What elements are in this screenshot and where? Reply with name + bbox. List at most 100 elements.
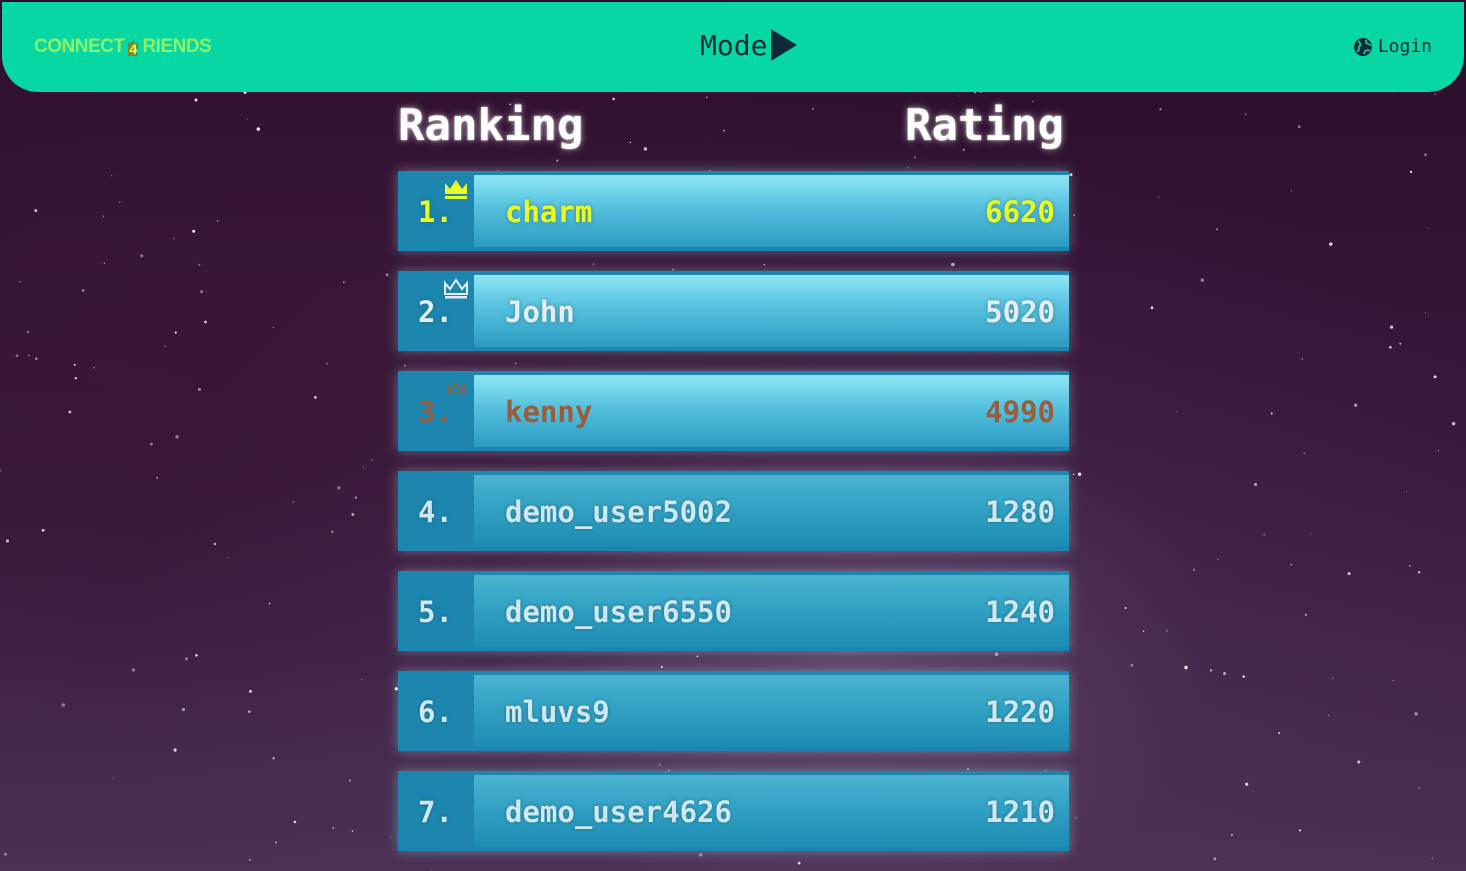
star: [1328, 714, 1330, 716]
star: [723, 129, 726, 132]
star: [1409, 170, 1413, 174]
star: [1216, 228, 1219, 231]
player-cell: John 5020: [474, 275, 1069, 347]
star: [351, 513, 355, 516]
svg-text:4: 4: [130, 41, 138, 57]
puzzle-piece-icon: 4: [125, 37, 141, 57]
star: [1310, 533, 1312, 535]
player-rating: 1280: [985, 495, 1055, 529]
star: [1245, 113, 1247, 115]
player-rating: 6620: [985, 195, 1055, 229]
leaderboard-row[interactable]: 2. John 5020: [398, 271, 1069, 351]
star: [1213, 857, 1217, 861]
player-name: kenny: [505, 395, 593, 429]
player-cell: kenny 4990: [474, 375, 1069, 447]
star: [110, 174, 113, 177]
star: [1192, 568, 1196, 571]
star: [314, 396, 317, 399]
star: [173, 748, 177, 752]
star: [354, 496, 358, 499]
star: [28, 354, 30, 357]
star: [1270, 412, 1273, 415]
rank-number: 7.: [418, 795, 453, 829]
rank-number: 6.: [418, 695, 453, 729]
star: [1451, 421, 1456, 426]
star: [1303, 452, 1306, 455]
star: [119, 201, 121, 203]
star: [131, 668, 135, 672]
star: [1437, 450, 1439, 452]
rank-number: 5.: [418, 595, 453, 629]
player-name: demo_user5002: [505, 495, 732, 529]
brand-logo[interactable]: CONNECT 4 RIENDS: [34, 36, 212, 58]
star: [41, 528, 45, 532]
leaderboard-row[interactable]: 4. demo_user5002 1280: [398, 471, 1069, 551]
star: [1414, 712, 1418, 716]
star: [1209, 669, 1213, 672]
star: [272, 326, 274, 329]
star: [149, 442, 153, 446]
star: [361, 678, 363, 680]
player-rating: 5020: [985, 295, 1055, 329]
star: [1299, 829, 1302, 832]
leaderboard-row[interactable]: 3. kenny 4990: [398, 371, 1069, 451]
star: [184, 657, 189, 661]
star: [292, 501, 295, 504]
star: [275, 841, 277, 844]
star: [1200, 278, 1205, 282]
star: [1392, 679, 1394, 682]
star: [1245, 782, 1249, 786]
star: [1424, 153, 1428, 157]
star: [140, 254, 144, 258]
star: [612, 97, 615, 101]
mode-button[interactable]: Mode: [700, 28, 799, 62]
star: [216, 219, 219, 222]
star: [204, 320, 207, 324]
globe-icon: [1353, 37, 1372, 56]
star: [1166, 630, 1168, 632]
player-rating: 1210: [985, 795, 1055, 829]
star: [629, 141, 631, 144]
star: [1159, 108, 1162, 111]
star: [390, 836, 392, 838]
star: [34, 209, 38, 213]
star: [93, 367, 95, 369]
star: [1290, 563, 1293, 566]
star: [19, 280, 21, 283]
rank-cell: 5.: [398, 571, 474, 651]
star: [200, 290, 204, 294]
rank-cell: 2.: [398, 271, 474, 351]
star: [6, 539, 9, 543]
star: [175, 435, 179, 439]
star: [1158, 195, 1160, 198]
rank-number: 4.: [418, 495, 453, 529]
leaderboard-row[interactable]: 7. demo_user4626 1210: [398, 771, 1069, 851]
star: [68, 410, 72, 414]
player-cell: mluvs9 1220: [474, 675, 1069, 747]
player-name: demo_user4626: [505, 795, 732, 829]
star: [26, 330, 30, 334]
star: [1297, 125, 1301, 129]
leaderboard-row[interactable]: 6. mluvs9 1220: [398, 671, 1069, 751]
player-name: demo_user6550: [505, 595, 732, 629]
leaderboard-row[interactable]: 1. charm 6620: [398, 171, 1069, 251]
star: [1418, 787, 1421, 789]
star: [1332, 677, 1334, 679]
star: [1301, 358, 1304, 360]
star: [293, 820, 297, 824]
star: [331, 530, 334, 533]
star: [174, 331, 177, 334]
star: [1347, 572, 1351, 576]
star: [35, 357, 38, 360]
star: [1073, 214, 1075, 216]
star: [73, 363, 76, 366]
star: [272, 757, 275, 760]
login-link[interactable]: Login: [1353, 36, 1432, 57]
star: [112, 777, 114, 779]
leaderboard-row[interactable]: 5. demo_user6550 1240: [398, 571, 1069, 651]
rank-cell: 3.: [398, 371, 474, 451]
star: [246, 118, 248, 120]
star: [0, 469, 2, 472]
player-rating: 1240: [985, 595, 1055, 629]
star: [1428, 228, 1430, 230]
